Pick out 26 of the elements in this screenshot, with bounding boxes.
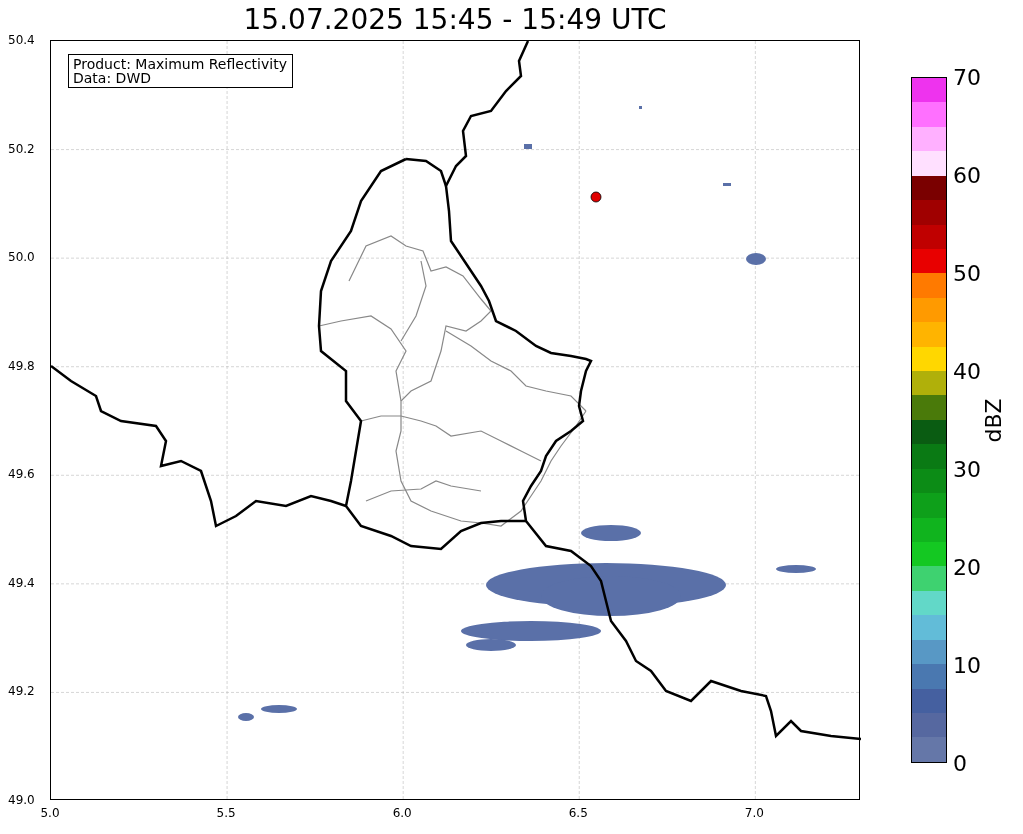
colorbar-tick-label: 50 [953,260,981,286]
x-tick-label: 7.0 [744,806,764,820]
y-tick-label: 49.8 [8,358,35,373]
y-tick-label: 50.2 [8,141,35,156]
colorbar-tick-label: 20 [953,554,981,580]
colorbar-tick-label: 10 [953,652,981,678]
info-text: Data: DWD [73,71,152,85]
y-tick-label: 49.0 [8,793,35,807]
colorbar-tick-label: 40 [953,358,981,384]
y-tick-label: 49.2 [8,684,35,699]
colorbar-tick-label: 30 [953,456,981,482]
colorbar-tick-label: 60 [953,162,981,188]
location-marker [590,191,602,203]
info-text: Product: Maximum Reflectivity [73,57,287,71]
y-tick-label: 50.0 [8,250,35,265]
colorbar-tick-label: 0 [953,750,967,776]
x-tick-label: 5.5 [216,806,236,820]
y-tick-label: 49.4 [8,575,35,590]
y-tick-label: 49.6 [8,467,35,482]
colorbar-tick-label: 70 [953,64,981,90]
colorbar-label: dBZ [980,397,1006,443]
x-tick-label: 6.0 [392,806,412,820]
x-tick-label: 5.0 [40,806,60,820]
y-tick-label: 50.4 [8,33,35,47]
chart-title: 15.07.2025 15:45 - 15:49 UTC [242,2,668,32]
x-tick-label: 6.5 [568,806,588,820]
